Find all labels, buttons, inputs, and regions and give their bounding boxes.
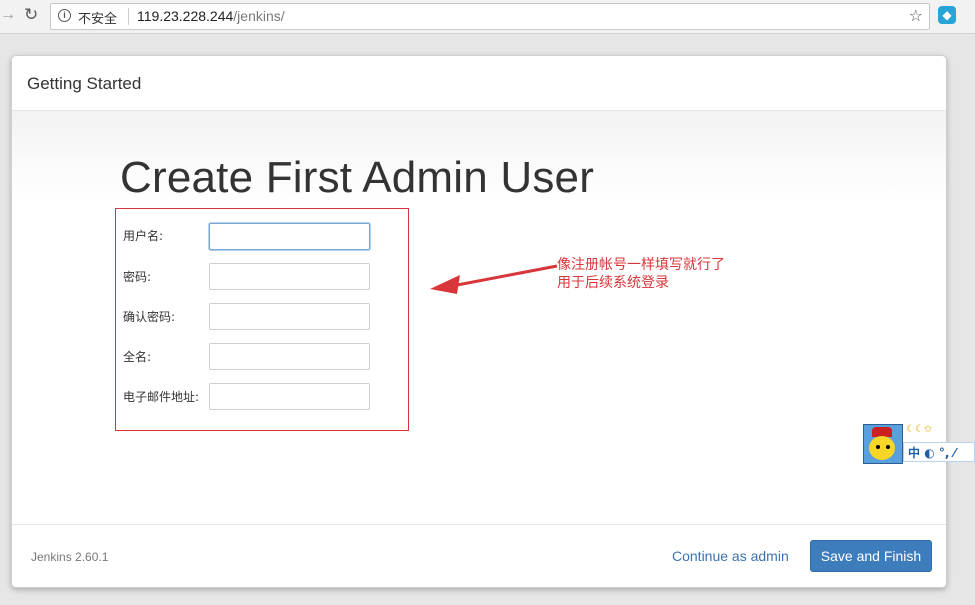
omnibox-divider xyxy=(128,8,129,25)
ime-extra[interactable]: ◐ °, ⁄ xyxy=(924,446,955,460)
ime-status-bar[interactable]: 中 ◐ °, ⁄ xyxy=(903,442,975,462)
browser-toolbar: → ↻ i 不安全 119.23.228.244/jenkins/ ☆ ◆ xyxy=(0,0,975,34)
security-status: 不安全 xyxy=(78,12,118,27)
forward-arrow-icon[interactable]: → xyxy=(0,6,16,24)
extension-icon[interactable]: ◆ xyxy=(938,6,956,24)
info-icon[interactable]: i xyxy=(58,9,71,22)
dialog-footer: Jenkins 2.60.1 Continue as admin Save an… xyxy=(12,524,946,587)
dialog-title: Getting Started xyxy=(27,74,142,93)
bookmark-star-icon[interactable]: ☆ xyxy=(909,6,923,26)
ime-mode[interactable]: 中 xyxy=(908,446,920,460)
version-label: Jenkins 2.60.1 xyxy=(31,550,109,564)
continue-as-admin-link[interactable]: Continue as admin xyxy=(672,548,789,564)
dialog-body: Create First Admin User 用户名: 密码: 确认密码: 全… xyxy=(12,111,946,524)
url-host: 119.23.228.244 xyxy=(137,8,234,24)
url-text[interactable]: 119.23.228.244/jenkins/ xyxy=(137,8,285,24)
annotation-line-2: 用于后续系统登录 xyxy=(557,275,669,291)
ime-widget[interactable]: ☾☾✩ 中 ◐ °, ⁄ xyxy=(863,424,975,464)
ime-avatar-icon[interactable] xyxy=(863,424,903,464)
dialog-header: Getting Started xyxy=(12,56,946,111)
ime-skin-icon[interactable]: ☾☾✩ xyxy=(906,424,932,435)
annotation-line-1: 像注册帐号一样填写就行了 xyxy=(557,257,725,273)
url-path: /jenkins/ xyxy=(233,8,285,24)
address-bar[interactable]: i 不安全 119.23.228.244/jenkins/ ☆ xyxy=(50,3,930,30)
setup-dialog: Getting Started Create First Admin User … xyxy=(11,55,947,588)
save-and-finish-button[interactable]: Save and Finish xyxy=(810,540,932,572)
reload-icon[interactable]: ↻ xyxy=(24,5,38,25)
annotation-note: 像注册帐号一样填写就行了 用于后续系统登录 xyxy=(557,256,725,292)
annotation-arrow xyxy=(430,264,558,294)
